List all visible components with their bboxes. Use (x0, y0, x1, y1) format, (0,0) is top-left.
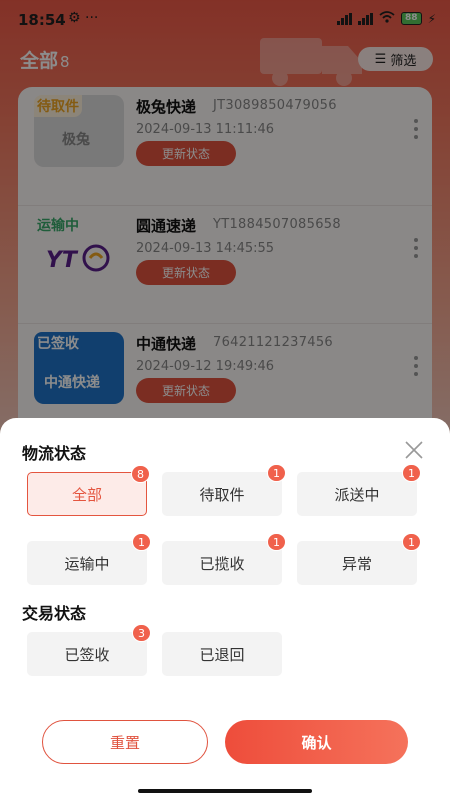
count-badge: 1 (267, 533, 286, 551)
close-icon[interactable] (404, 440, 424, 460)
filter-chip-signed[interactable]: 已签收 3 (27, 624, 151, 676)
home-indicator[interactable] (138, 789, 312, 793)
filter-chip-in-transit[interactable]: 运输中 1 (27, 533, 151, 585)
chip-label: 运输中 (64, 554, 110, 573)
count-badge: 8 (131, 465, 150, 483)
chip-label: 待取件 (199, 485, 245, 504)
chip-label: 已揽收 (199, 554, 245, 573)
filter-sheet: 物流状态 全部 8 待取件 1 派送中 1 运输中 1 已揽收 1 异常 1 交… (0, 418, 450, 800)
logistics-status-title: 物流状态 (22, 444, 87, 463)
count-badge: 1 (267, 464, 286, 482)
trade-status-title: 交易状态 (22, 604, 87, 623)
chip-label: 派送中 (334, 485, 380, 504)
filter-chip-pending-pickup[interactable]: 待取件 1 (162, 464, 286, 516)
count-badge: 1 (132, 533, 151, 551)
reset-button[interactable]: 重置 (42, 720, 208, 764)
confirm-button[interactable]: 确认 (225, 720, 408, 764)
count-badge: 1 (402, 464, 421, 482)
filter-chip-returned[interactable]: 已退回 (162, 632, 282, 676)
chip-label: 已退回 (199, 645, 245, 664)
filter-chip-delivering[interactable]: 派送中 1 (297, 464, 421, 516)
filter-chip-all[interactable]: 全部 8 (27, 465, 150, 516)
chip-label: 全部 (71, 485, 102, 504)
chip-label: 异常 (341, 554, 372, 573)
filter-chip-collected[interactable]: 已揽收 1 (162, 533, 286, 585)
chip-label: 已签收 (64, 645, 110, 664)
count-badge: 3 (132, 624, 151, 642)
filter-chip-exception[interactable]: 异常 1 (297, 533, 421, 585)
count-badge: 1 (402, 533, 421, 551)
